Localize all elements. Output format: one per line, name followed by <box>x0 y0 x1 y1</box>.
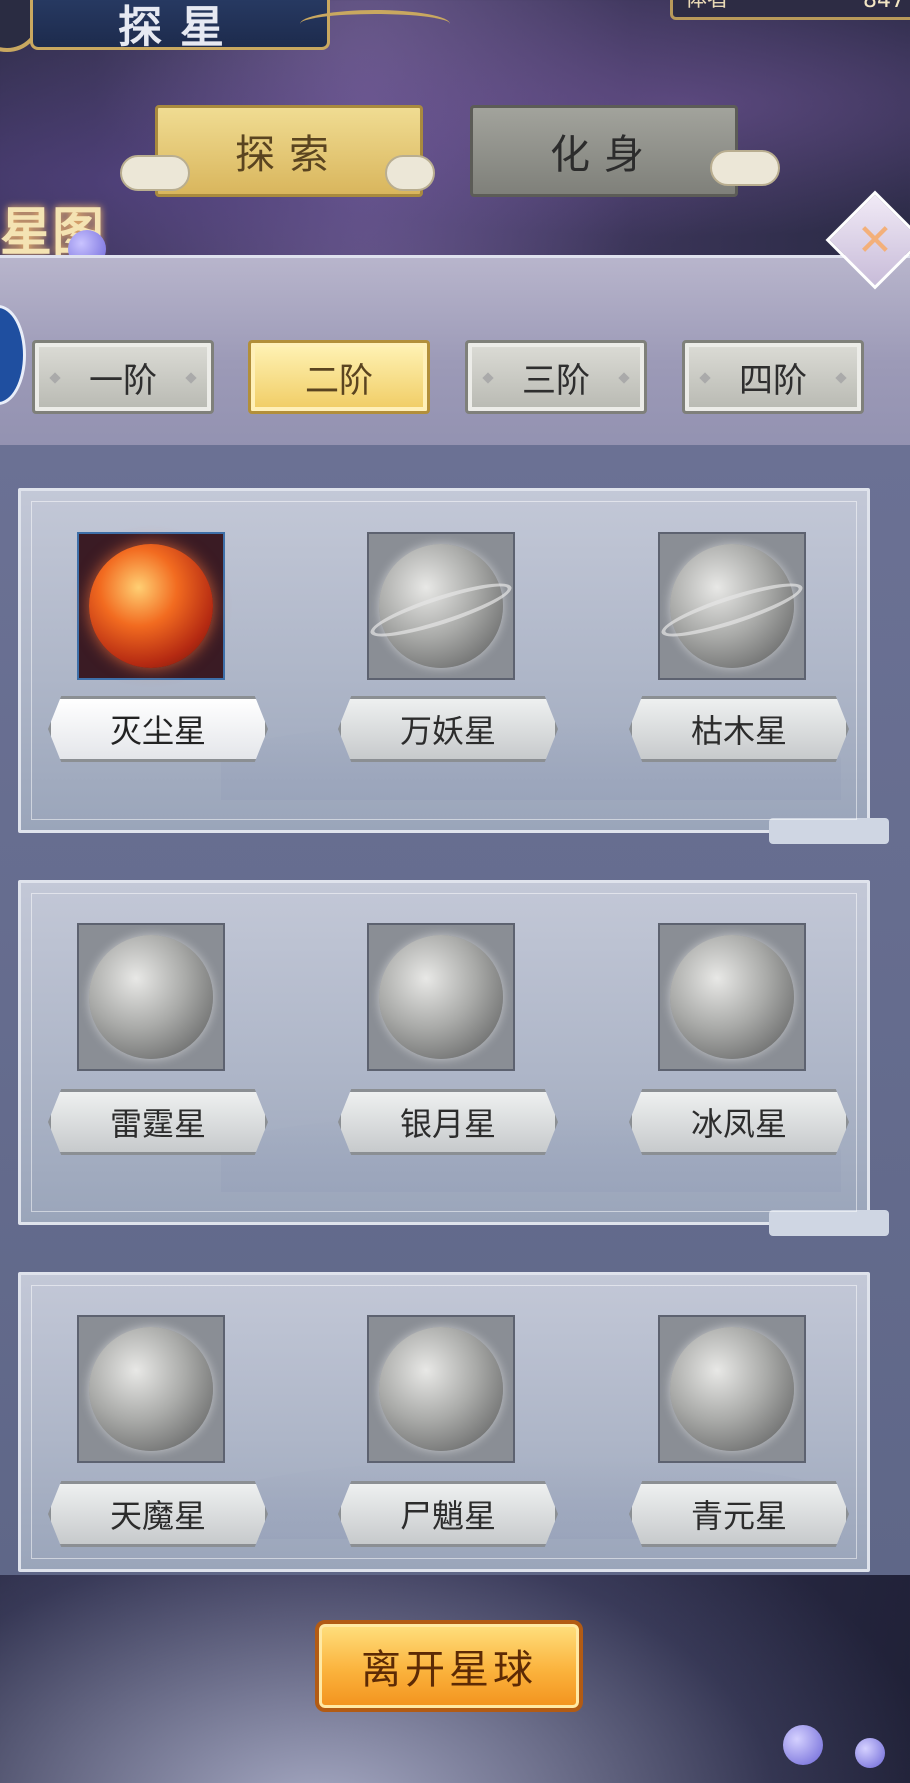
planet-globe <box>670 1327 794 1451</box>
planet-name: 尸魈星 <box>399 1497 496 1535</box>
resource-counter: 体者 847 <box>670 0 910 20</box>
diamond-icon <box>185 372 197 384</box>
planet-name-plate[interactable]: 尸魈星 <box>338 1481 558 1547</box>
planet-globe <box>379 935 503 1059</box>
ringed-planet-icon[interactable] <box>366 532 516 680</box>
resource-label: 体者 <box>685 0 729 13</box>
diamond-icon <box>699 372 711 384</box>
title-ornament <box>300 10 450 38</box>
resource-value: 847 <box>863 0 905 13</box>
tab-avatar-label: 化身 <box>550 132 658 178</box>
planet-globe <box>89 544 213 668</box>
tab-tier-4[interactable]: 四阶 <box>682 340 864 414</box>
cloud-ornament-icon <box>710 150 780 186</box>
leave-planet-button[interactable]: 离开星球 <box>315 1620 583 1712</box>
tab-tier-2[interactable]: 二阶 <box>248 340 430 414</box>
diamond-icon <box>482 372 494 384</box>
tab-avatar[interactable]: 化身 <box>470 105 738 197</box>
tab-tier-3-label: 三阶 <box>522 360 590 401</box>
tab-tier-4-label: 四阶 <box>739 360 807 401</box>
planet-name: 冰凤星 <box>690 1105 787 1143</box>
planet-name-plate[interactable]: 枯木星 <box>629 696 849 762</box>
tab-explore[interactable]: 探索 <box>155 105 423 197</box>
tab-tier-3[interactable]: 三阶 <box>465 340 647 414</box>
scroll-ornament <box>769 1210 889 1236</box>
planet-name: 万妖星 <box>399 712 496 750</box>
planet-name-plate[interactable]: 灭尘星 <box>48 696 268 762</box>
cloud-ornament-icon <box>385 155 435 191</box>
planet-name-plate[interactable]: 银月星 <box>338 1089 558 1155</box>
planet-icon[interactable] <box>77 923 225 1071</box>
leave-planet-label: 离开星球 <box>361 1647 537 1693</box>
planet-name: 青元星 <box>690 1497 787 1535</box>
scroll-ornament <box>769 818 889 844</box>
red-planet-icon[interactable] <box>77 532 225 680</box>
ringed-planet-icon[interactable] <box>657 532 807 680</box>
diamond-icon <box>618 372 630 384</box>
page-title-plate: 探星 <box>30 0 330 53</box>
planet-globe <box>89 1327 213 1451</box>
planet-name: 枯木星 <box>690 712 787 750</box>
planet-name-plate[interactable]: 天魔星 <box>48 1481 268 1547</box>
tab-tier-2-label: 二阶 <box>305 360 373 401</box>
cratered-planet-icon[interactable] <box>367 923 515 1071</box>
planet-name-plate[interactable]: 雷霆星 <box>48 1089 268 1155</box>
tab-explore-label: 探索 <box>235 132 343 178</box>
orb-icon <box>783 1725 823 1765</box>
gas-planet-icon[interactable] <box>658 1315 806 1463</box>
planet-name: 天魔星 <box>109 1497 206 1535</box>
planet-name-plate[interactable]: 冰凤星 <box>629 1089 849 1155</box>
page-title: 探星 <box>118 1 242 53</box>
diamond-icon <box>835 372 847 384</box>
cloud-ornament-icon <box>120 155 190 191</box>
tab-tier-1[interactable]: 一阶 <box>32 340 214 414</box>
planet-name: 灭尘星 <box>109 712 206 750</box>
planet-name-plate[interactable]: 青元星 <box>629 1481 849 1547</box>
moon-planet-icon[interactable] <box>367 1315 515 1463</box>
tab-tier-1-label: 一阶 <box>89 360 157 401</box>
close-icon: ✕ <box>856 214 894 266</box>
planet-globe <box>89 935 213 1059</box>
planet-name: 银月星 <box>399 1105 496 1143</box>
planet-icon[interactable] <box>658 923 806 1071</box>
planet-name: 雷霆星 <box>109 1105 206 1143</box>
orb-icon <box>855 1738 885 1768</box>
canyon-planet-icon[interactable] <box>77 1315 225 1463</box>
diamond-icon <box>49 372 61 384</box>
planet-globe <box>670 935 794 1059</box>
planet-name-plate[interactable]: 万妖星 <box>338 696 558 762</box>
planet-globe <box>379 1327 503 1451</box>
